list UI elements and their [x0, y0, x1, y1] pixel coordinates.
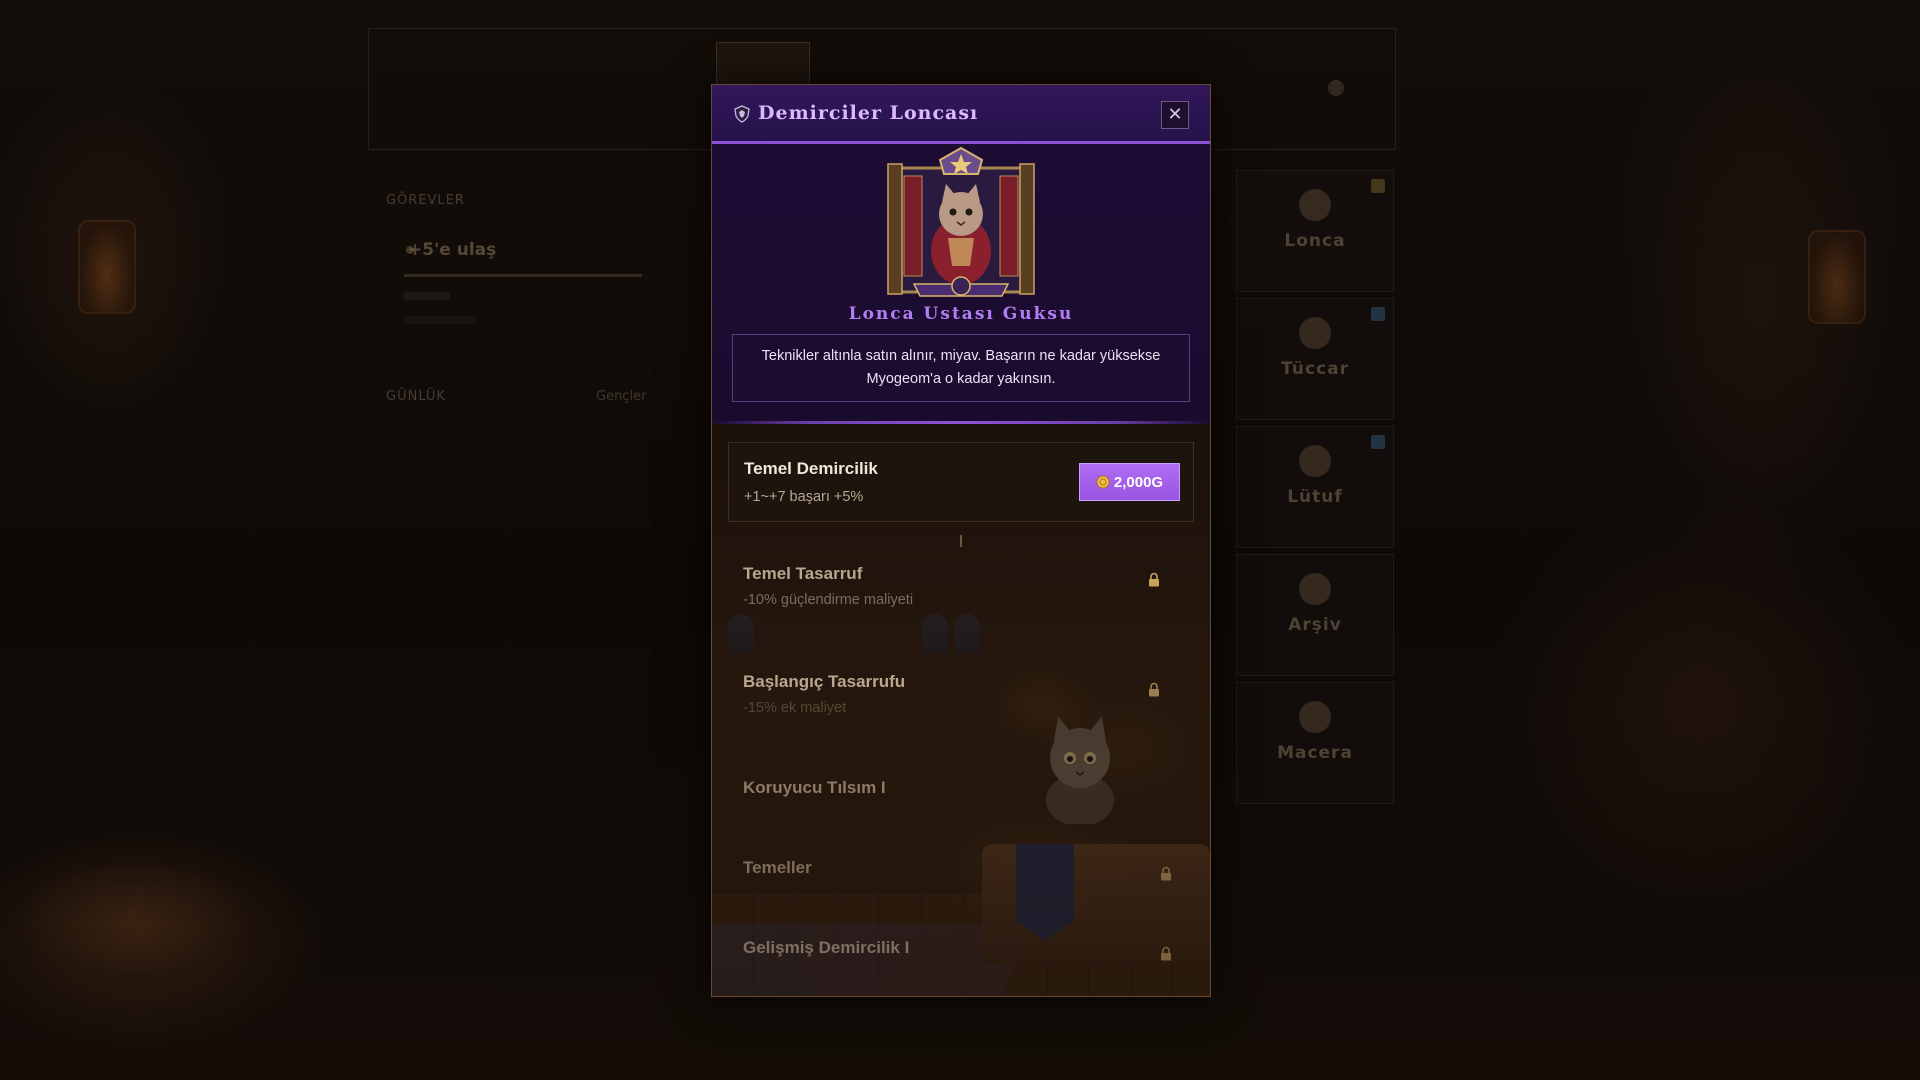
close-button[interactable]: ✕ [1161, 101, 1189, 129]
notification-badge [1371, 307, 1385, 321]
adventure-icon [1299, 701, 1331, 733]
quest-sub-line [404, 316, 476, 324]
lantern-right [1808, 230, 1866, 324]
side-button-adventure: Macera [1236, 682, 1394, 804]
guild-crest-icon [734, 105, 750, 123]
settings-icon [1328, 80, 1344, 96]
side-button-blessing: Lütuf [1236, 426, 1394, 548]
lock-icon [1161, 866, 1171, 881]
quests-title: GÖREVLER [386, 193, 465, 208]
lock-icon [1149, 572, 1159, 587]
guild-icon [1299, 189, 1331, 221]
skill-card-starter-saving: Başlangıç Tasarrufu -15% ek maliyet [728, 658, 1192, 738]
close-icon: ✕ [1167, 104, 1183, 125]
skill-name: Koruyucu Tılsım I [743, 778, 886, 797]
skill-name: Temel Tasarruf [743, 564, 863, 583]
side-button-archive: Arşiv [1236, 554, 1394, 676]
skill-name: Temel Demircilik [744, 459, 878, 478]
dialogue-line: Myogeom'a o kadar yakınsın. [866, 371, 1056, 387]
modal-title: Demirciler Loncası [758, 102, 979, 124]
skill-name: Temeller [743, 858, 812, 877]
guild-master-dialogue: Teknikler altınla satın alınır, miyav. B… [732, 334, 1190, 402]
lantern-left [78, 220, 136, 314]
merchant-icon [1299, 317, 1331, 349]
side-button-merchant: Tüccar [1236, 298, 1394, 420]
quest-sub-line [404, 292, 450, 300]
skill-description: -10% güçlendirme maliyeti [743, 592, 914, 608]
skill-description: -15% ek maliyet [743, 700, 847, 716]
daily-link: Gençler [596, 389, 647, 404]
skill-connector-line [960, 535, 962, 547]
lock-icon [1161, 946, 1171, 961]
skill-card-basic-saving: Temel Tasarruf -10% güçlendirme maliyeti [728, 550, 1192, 630]
side-button-label: Tüccar [1280, 359, 1350, 379]
guild-master-name: Lonca Ustası Guksu [848, 304, 1074, 324]
side-button-label: Macera [1277, 743, 1353, 763]
modal-header: Demirciler Loncası ✕ [712, 85, 1210, 144]
guild-modal: Demirciler Loncası ✕ Lonca Ustası Guksu … [711, 84, 1211, 997]
daily-title: GÜNLÜK [386, 389, 446, 404]
skill-card-basic-smithing: Temel Demircilik +1~+7 başarı +5% 2,000G [728, 442, 1194, 522]
guild-master-section: Lonca Ustası Guksu Teknikler altınla sat… [712, 144, 1210, 434]
side-button-label: Lütuf [1287, 487, 1343, 507]
skill-card-protective-charm: Koruyucu Tılsım I [728, 764, 1192, 824]
quest-progress-bar [404, 274, 642, 277]
blessing-icon [1299, 445, 1331, 477]
side-button-label: Arşiv [1288, 615, 1342, 635]
notification-badge [1371, 435, 1385, 449]
skill-card-fundamentals: Temeller [728, 844, 1192, 904]
background-table [20, 860, 250, 980]
dialogue-line: Teknikler altınla satın alınır, miyav. B… [761, 348, 1161, 364]
price-label: 2,000G [1113, 473, 1164, 491]
notification-badge [1371, 179, 1385, 193]
skill-name: Başlangıç Tasarrufu [743, 672, 906, 691]
gold-coin-icon [1096, 475, 1110, 489]
quest-text: +5'e ulaş [408, 240, 497, 260]
buy-skill-button[interactable]: 2,000G [1079, 463, 1180, 501]
side-button-guild: Lonca [1236, 170, 1394, 292]
archive-icon [1299, 573, 1331, 605]
skill-description: +1~+7 başarı +5% [744, 489, 864, 505]
guild-master-portrait [887, 146, 1035, 297]
side-button-label: Lonca [1284, 231, 1346, 251]
skill-card-advanced-smithing: Gelişmiş Demircilik I [728, 924, 1192, 984]
lock-icon [1149, 682, 1159, 697]
skill-name: Gelişmiş Demircilik I [743, 938, 910, 957]
